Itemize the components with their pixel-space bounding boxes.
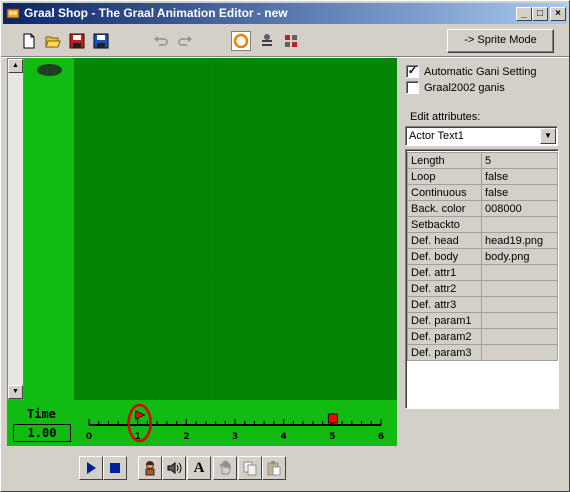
automatic-gani-option[interactable]: ✓ Automatic Gani Setting bbox=[406, 65, 537, 78]
sound-icon[interactable] bbox=[162, 456, 186, 480]
character-icon[interactable] bbox=[138, 456, 162, 480]
sprite-shadow[interactable] bbox=[37, 64, 62, 76]
attribute-key: Def. attr1 bbox=[407, 264, 482, 281]
graal2002-checkbox[interactable] bbox=[406, 81, 419, 94]
attributes-table: Length 5 Loop false Continuous false Back. col… bbox=[407, 152, 558, 361]
main-toolbar: -> Sprite Mode bbox=[3, 26, 567, 56]
attribute-value[interactable] bbox=[481, 312, 558, 329]
attribute-row[interactable]: Def. param3 bbox=[407, 344, 558, 361]
save-icon[interactable] bbox=[67, 31, 87, 51]
maximize-button[interactable]: □ bbox=[532, 7, 548, 21]
attribute-row[interactable]: Def. param2 bbox=[407, 328, 558, 345]
ring-icon[interactable] bbox=[231, 31, 251, 51]
attribute-row[interactable]: Def. attr3 bbox=[407, 296, 558, 313]
attribute-value[interactable]: 008000 bbox=[481, 200, 558, 217]
timeline-ruler[interactable]: 0123456 bbox=[7, 400, 397, 446]
attribute-value[interactable] bbox=[481, 264, 558, 281]
attribute-row[interactable]: Setbackto bbox=[407, 216, 558, 233]
timeline-tick-label: 4 bbox=[281, 432, 287, 442]
attribute-key: Back. color bbox=[407, 200, 482, 217]
attribute-key: Def. head bbox=[407, 232, 482, 249]
main-window: Graal Shop - The Graal Animation Editor … bbox=[0, 0, 570, 492]
play-icon[interactable] bbox=[79, 456, 103, 480]
attribute-key: Def. param2 bbox=[407, 328, 482, 345]
open-folder-icon[interactable] bbox=[43, 31, 63, 51]
timeline-panel: Time 1.00 0123456 bbox=[7, 400, 397, 446]
attribute-value[interactable]: body.png bbox=[481, 248, 558, 265]
attribute-key: Length bbox=[407, 152, 482, 169]
scroll-up-arrow-icon[interactable]: ▲ bbox=[8, 59, 23, 73]
attribute-value[interactable] bbox=[481, 344, 558, 361]
vertical-scrollbar[interactable]: ▲ ▼ bbox=[7, 58, 24, 400]
attribute-key: Continuous bbox=[407, 184, 482, 201]
undo-icon[interactable] bbox=[151, 31, 171, 51]
sprite-mode-button[interactable]: -> Sprite Mode bbox=[447, 29, 554, 53]
attribute-row[interactable]: Continuous false bbox=[407, 184, 558, 201]
frame-marker-icon bbox=[327, 413, 338, 424]
graal2002-option[interactable]: Graal2002 ganis bbox=[406, 81, 505, 94]
chevron-down-icon[interactable]: ▼ bbox=[540, 128, 556, 144]
attribute-target-value: Actor Text1 bbox=[409, 130, 464, 142]
attribute-target-select[interactable]: Actor Text1 ▼ bbox=[405, 126, 558, 146]
timeline-tick-label: 5 bbox=[329, 432, 335, 442]
attribute-row[interactable]: Def. param1 bbox=[407, 312, 558, 329]
attribute-key: Def. attr3 bbox=[407, 296, 482, 313]
attribute-value[interactable] bbox=[481, 280, 558, 297]
hand-icon[interactable] bbox=[213, 456, 237, 480]
attribute-value[interactable] bbox=[481, 216, 558, 233]
attribute-value[interactable] bbox=[481, 328, 558, 345]
redo-icon[interactable] bbox=[175, 31, 195, 51]
app-icon bbox=[6, 8, 20, 19]
text-icon[interactable]: A bbox=[187, 456, 211, 480]
save-as-icon[interactable] bbox=[91, 31, 111, 51]
window-title: Graal Shop - The Graal Animation Editor … bbox=[24, 6, 288, 20]
attribute-row[interactable]: Back. color 008000 bbox=[407, 200, 558, 217]
canvas-guide-horizontal bbox=[74, 276, 397, 277]
timeline-tick-label: 3 bbox=[232, 432, 238, 442]
timeline-tick-label: 6 bbox=[378, 432, 384, 442]
attribute-row[interactable]: Loop false bbox=[407, 168, 558, 185]
canvas-guide-vertical bbox=[208, 58, 209, 400]
animation-canvas[interactable] bbox=[74, 58, 397, 400]
new-file-icon[interactable] bbox=[19, 31, 39, 51]
attribute-row[interactable]: Def. attr2 bbox=[407, 280, 558, 297]
attribute-value[interactable]: false bbox=[481, 168, 558, 185]
attribute-row[interactable]: Def. body body.png bbox=[407, 248, 558, 265]
layers-icon[interactable] bbox=[257, 31, 277, 51]
edit-attributes-label: Edit attributes: bbox=[410, 111, 481, 123]
attribute-value[interactable] bbox=[481, 296, 558, 313]
timeline-tick-label: 0 bbox=[86, 432, 92, 442]
graal2002-label: Graal2002 ganis bbox=[424, 81, 505, 94]
minimize-button[interactable]: _ bbox=[516, 7, 532, 21]
attribute-key: Setbackto bbox=[407, 216, 482, 233]
attribute-key: Loop bbox=[407, 168, 482, 185]
attribute-value[interactable]: head19.png bbox=[481, 232, 558, 249]
timeline-tick-label: 2 bbox=[183, 432, 189, 442]
attribute-key: Def. attr2 bbox=[407, 280, 482, 297]
scroll-down-arrow-icon[interactable]: ▼ bbox=[8, 385, 23, 399]
automatic-gani-label: Automatic Gani Setting bbox=[424, 65, 537, 78]
title-bar[interactable]: Graal Shop - The Graal Animation Editor … bbox=[3, 3, 567, 24]
stop-icon[interactable] bbox=[103, 456, 127, 480]
attribute-key: Def. body bbox=[407, 248, 482, 265]
automatic-gani-checkbox[interactable]: ✓ bbox=[406, 65, 419, 78]
current-frame-flag-icon bbox=[135, 410, 146, 420]
sprites-icon[interactable] bbox=[281, 31, 301, 51]
attribute-row[interactable]: Def. attr1 bbox=[407, 264, 558, 281]
attribute-row[interactable]: Length 5 bbox=[407, 152, 558, 169]
paste-icon[interactable] bbox=[262, 456, 286, 480]
copy-icon[interactable] bbox=[238, 456, 262, 480]
attribute-key: Def. param1 bbox=[407, 312, 482, 329]
attribute-value[interactable]: false bbox=[481, 184, 558, 201]
close-button[interactable]: × bbox=[550, 7, 566, 21]
attribute-key: Def. param3 bbox=[407, 344, 482, 361]
canvas-margin bbox=[24, 58, 74, 400]
attribute-row[interactable]: Def. head head19.png bbox=[407, 232, 558, 249]
attribute-value[interactable]: 5 bbox=[481, 152, 558, 169]
